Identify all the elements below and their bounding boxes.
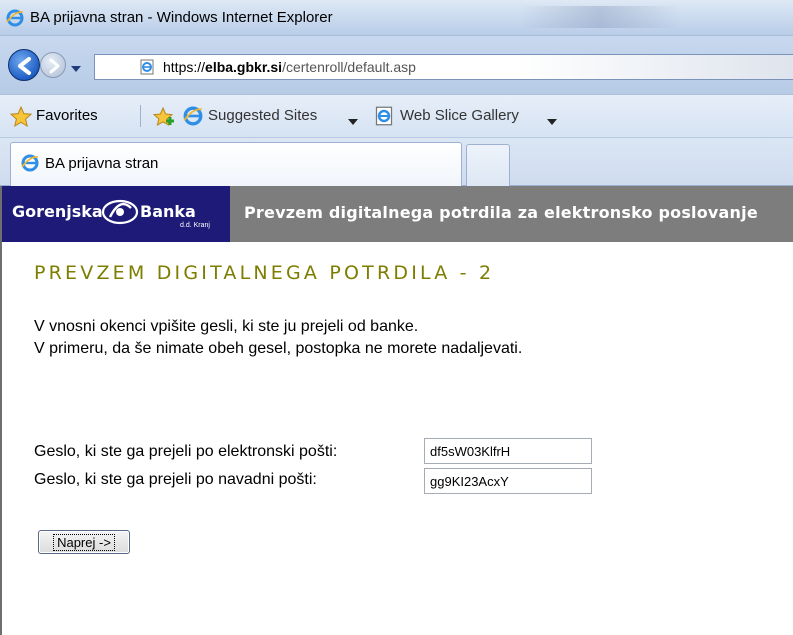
- instruction-text: V primeru, da še nimate obeh gesel, post…: [34, 340, 523, 357]
- blurred-area: [515, 55, 793, 79]
- navigation-bar: https://elba.gbkr.si/certenroll/default.…: [0, 36, 793, 94]
- url-text[interactable]: https://elba.gbkr.si/certenroll/default.…: [163, 59, 416, 75]
- next-button[interactable]: Naprej ->: [38, 530, 130, 554]
- web-slice-gallery-button[interactable]: Web Slice Gallery: [400, 107, 519, 124]
- page-content: Gorenjska Banka d.d. Kranj Prevzem digit…: [0, 186, 793, 635]
- window-title-bar: BA prijavna stran - Windows Internet Exp…: [0, 0, 793, 36]
- mail-password-label: Geslo, ki ste ga prejeli po navadni pošt…: [34, 471, 317, 488]
- email-password-input[interactable]: [424, 438, 592, 464]
- back-arrow-icon: [18, 57, 31, 75]
- favorites-star-icon[interactable]: [9, 105, 33, 133]
- forward-button[interactable]: [40, 52, 66, 78]
- email-password-label: Geslo, ki ste ga prejeli po elektronski …: [34, 443, 338, 460]
- chevron-down-icon[interactable]: [348, 113, 358, 131]
- suggested-sites-button[interactable]: Suggested Sites: [208, 107, 317, 124]
- header-title: Prevzem digitalnega potrdila za elektron…: [244, 203, 758, 222]
- mail-password-input[interactable]: [424, 468, 592, 494]
- page-icon: [139, 59, 155, 80]
- blurred-area: [520, 6, 680, 28]
- instruction-text: V vnosni okenci vpišite gesli, ki ste ju…: [34, 318, 419, 335]
- forward-arrow-icon: [49, 58, 60, 74]
- chevron-down-icon[interactable]: [547, 113, 557, 131]
- page-title: PREVZEM DIGITALNEGA POTRDILA - 2: [34, 262, 495, 284]
- logo-text-gorenjska: Gorenjska: [12, 202, 103, 221]
- logo-subtitle: d.d. Kranj: [180, 222, 210, 229]
- separator: [140, 105, 141, 127]
- chevron-down-icon: [71, 66, 81, 72]
- tab-bar: BA prijavna stran: [0, 138, 793, 186]
- web-slice-icon: [374, 106, 394, 131]
- tab-ba-prijavna-stran[interactable]: BA prijavna stran: [10, 142, 462, 186]
- tab-label: BA prijavna stran: [45, 155, 159, 172]
- internet-explorer-icon: [6, 9, 24, 32]
- logo-mark-icon: [98, 195, 142, 234]
- new-tab-button[interactable]: [466, 144, 510, 186]
- window-title: BA prijavna stran - Windows Internet Exp…: [30, 9, 333, 26]
- back-button[interactable]: [8, 49, 40, 81]
- internet-explorer-icon: [183, 106, 203, 131]
- favorites-button[interactable]: Favorites: [36, 107, 98, 124]
- recent-pages-dropdown[interactable]: [70, 60, 82, 78]
- favorites-bar: Favorites Suggested Sites Web Slice Gall…: [0, 94, 793, 138]
- next-button-label: Naprej ->: [53, 533, 115, 551]
- address-bar[interactable]: https://elba.gbkr.si/certenroll/default.…: [94, 54, 793, 80]
- internet-explorer-icon: [21, 154, 39, 177]
- bank-header: Gorenjska Banka d.d. Kranj Prevzem digit…: [2, 186, 793, 242]
- add-to-favorites-icon[interactable]: [152, 106, 176, 133]
- logo-text-banka: Banka: [140, 202, 196, 221]
- bank-logo: Gorenjska Banka d.d. Kranj: [2, 186, 230, 242]
